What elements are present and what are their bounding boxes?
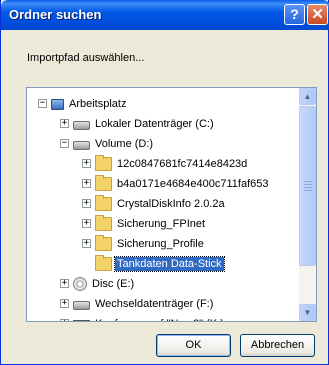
tree-item-label: Arbeitsplatz	[69, 98, 127, 110]
tree-item-label: b4a0171e4684e400c711faf653	[117, 178, 269, 190]
tree-item[interactable]: Kaufmann auf "Ncs-3" (K:)	[73, 314, 226, 321]
thumb-grip	[304, 190, 312, 191]
title-bar[interactable]: Ordner suchen ? ✕	[1, 0, 329, 30]
tree-item[interactable]: Tankdaten Data-Stick	[95, 254, 225, 274]
tree-item-label: CrystalDiskInfo 2.0.2a	[117, 198, 225, 210]
tree-item[interactable]: CrystalDiskInfo 2.0.2a	[95, 194, 227, 214]
tree-item[interactable]: Disc (E:)	[73, 274, 136, 294]
hard-drive-icon	[73, 121, 90, 130]
scroll-up-button[interactable]: ▲	[299, 88, 316, 105]
cd-drive-icon	[73, 277, 87, 291]
scroll-down-button[interactable]: ▼	[299, 304, 316, 321]
folder-icon	[95, 175, 112, 191]
tree-item[interactable]: Sicherung_FPInet	[95, 214, 207, 234]
folder-icon	[95, 215, 112, 231]
close-button[interactable]: ✕	[307, 4, 328, 25]
tree-item[interactable]: Wechseldatenträger (F:)	[73, 294, 215, 314]
help-button[interactable]: ?	[284, 4, 305, 25]
folder-icon	[95, 235, 112, 251]
hard-drive-icon	[73, 141, 90, 150]
folder-open-icon	[95, 255, 112, 271]
tree-expander[interactable]: +	[82, 179, 91, 188]
tree-expander[interactable]: −	[60, 139, 69, 148]
my-computer-icon	[51, 98, 64, 110]
tree-item-label: Disc (E:)	[92, 278, 135, 290]
tree-item[interactable]: Volume (D:)	[73, 134, 155, 154]
tree-item-label: Wechseldatenträger (F:)	[95, 298, 214, 310]
tree-expander[interactable]: +	[82, 239, 91, 248]
thumb-grip	[304, 181, 312, 182]
tree-item[interactable]: Lokaler Datenträger (C:)	[73, 114, 216, 134]
tree-expander[interactable]: −	[38, 99, 47, 108]
vertical-scrollbar[interactable]: ▲ ▼	[299, 88, 316, 321]
thumb-grip	[304, 187, 312, 188]
tree-expander[interactable]: +	[60, 119, 69, 128]
removable-drive-icon	[73, 301, 90, 310]
tree-expander[interactable]: +	[60, 319, 69, 321]
scroll-thumb[interactable]	[299, 106, 316, 266]
tree-expander[interactable]: +	[82, 219, 91, 228]
tree-expander[interactable]: +	[82, 199, 91, 208]
tree-item-label: Sicherung_FPInet	[117, 218, 206, 230]
window-title: Ordner suchen	[9, 7, 102, 22]
tree-expander[interactable]: +	[60, 299, 69, 308]
ok-button[interactable]: OK	[156, 334, 231, 357]
tree-item-label: Tankdaten Data-Stick	[114, 256, 225, 272]
tree-item[interactable]: Sicherung_Profile	[95, 234, 206, 254]
folder-tree[interactable]: − Arbeitsplatz + Lokaler Datenträger (C:) − V…	[26, 87, 317, 322]
tree-item-label: Lokaler Datenträger (C:)	[95, 118, 214, 130]
tree-item[interactable]: 12c0847681fc7414e8423d	[95, 154, 249, 174]
tree-item-label: Volume (D:)	[95, 138, 154, 150]
tree-item-label: 12c0847681fc7414e8423d	[117, 158, 248, 170]
tree-item[interactable]: b4a0171e4684e400c711faf653	[95, 174, 271, 194]
dialog-window: Ordner suchen ? ✕ Importpfad auswählen..…	[0, 0, 329, 365]
folder-icon	[95, 195, 112, 211]
network-drive-icon	[73, 320, 90, 321]
tree-item-label: Sicherung_Profile	[117, 238, 204, 250]
thumb-grip	[304, 184, 312, 185]
tree-expander[interactable]: +	[82, 159, 91, 168]
folder-icon	[95, 155, 112, 171]
tree-item-label: Kaufmann auf "Ncs-3" (K:)	[93, 317, 226, 321]
dialog-prompt: Importpfad auswählen...	[27, 52, 145, 64]
tree-expander[interactable]: +	[60, 279, 69, 288]
cancel-button[interactable]: Abbrechen	[240, 334, 315, 357]
tree-item[interactable]: Arbeitsplatz	[51, 94, 128, 114]
